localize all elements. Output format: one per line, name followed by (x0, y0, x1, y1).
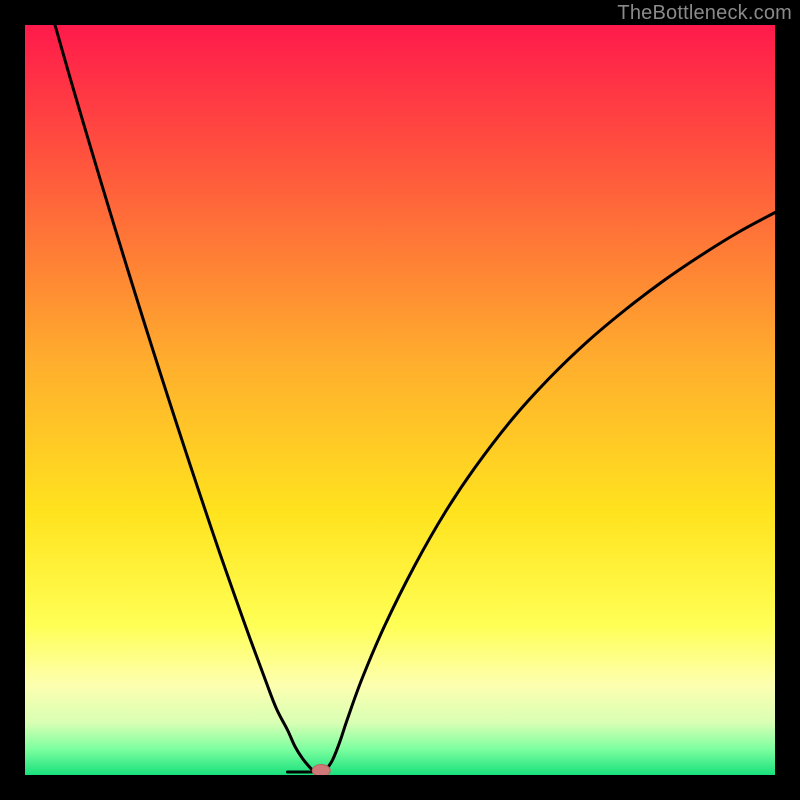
chart-stage: TheBottleneck.com (0, 0, 800, 800)
watermark-text: TheBottleneck.com (617, 2, 792, 25)
minimum-marker (312, 765, 330, 776)
plot-area (25, 25, 775, 775)
chart-svg (25, 25, 775, 775)
